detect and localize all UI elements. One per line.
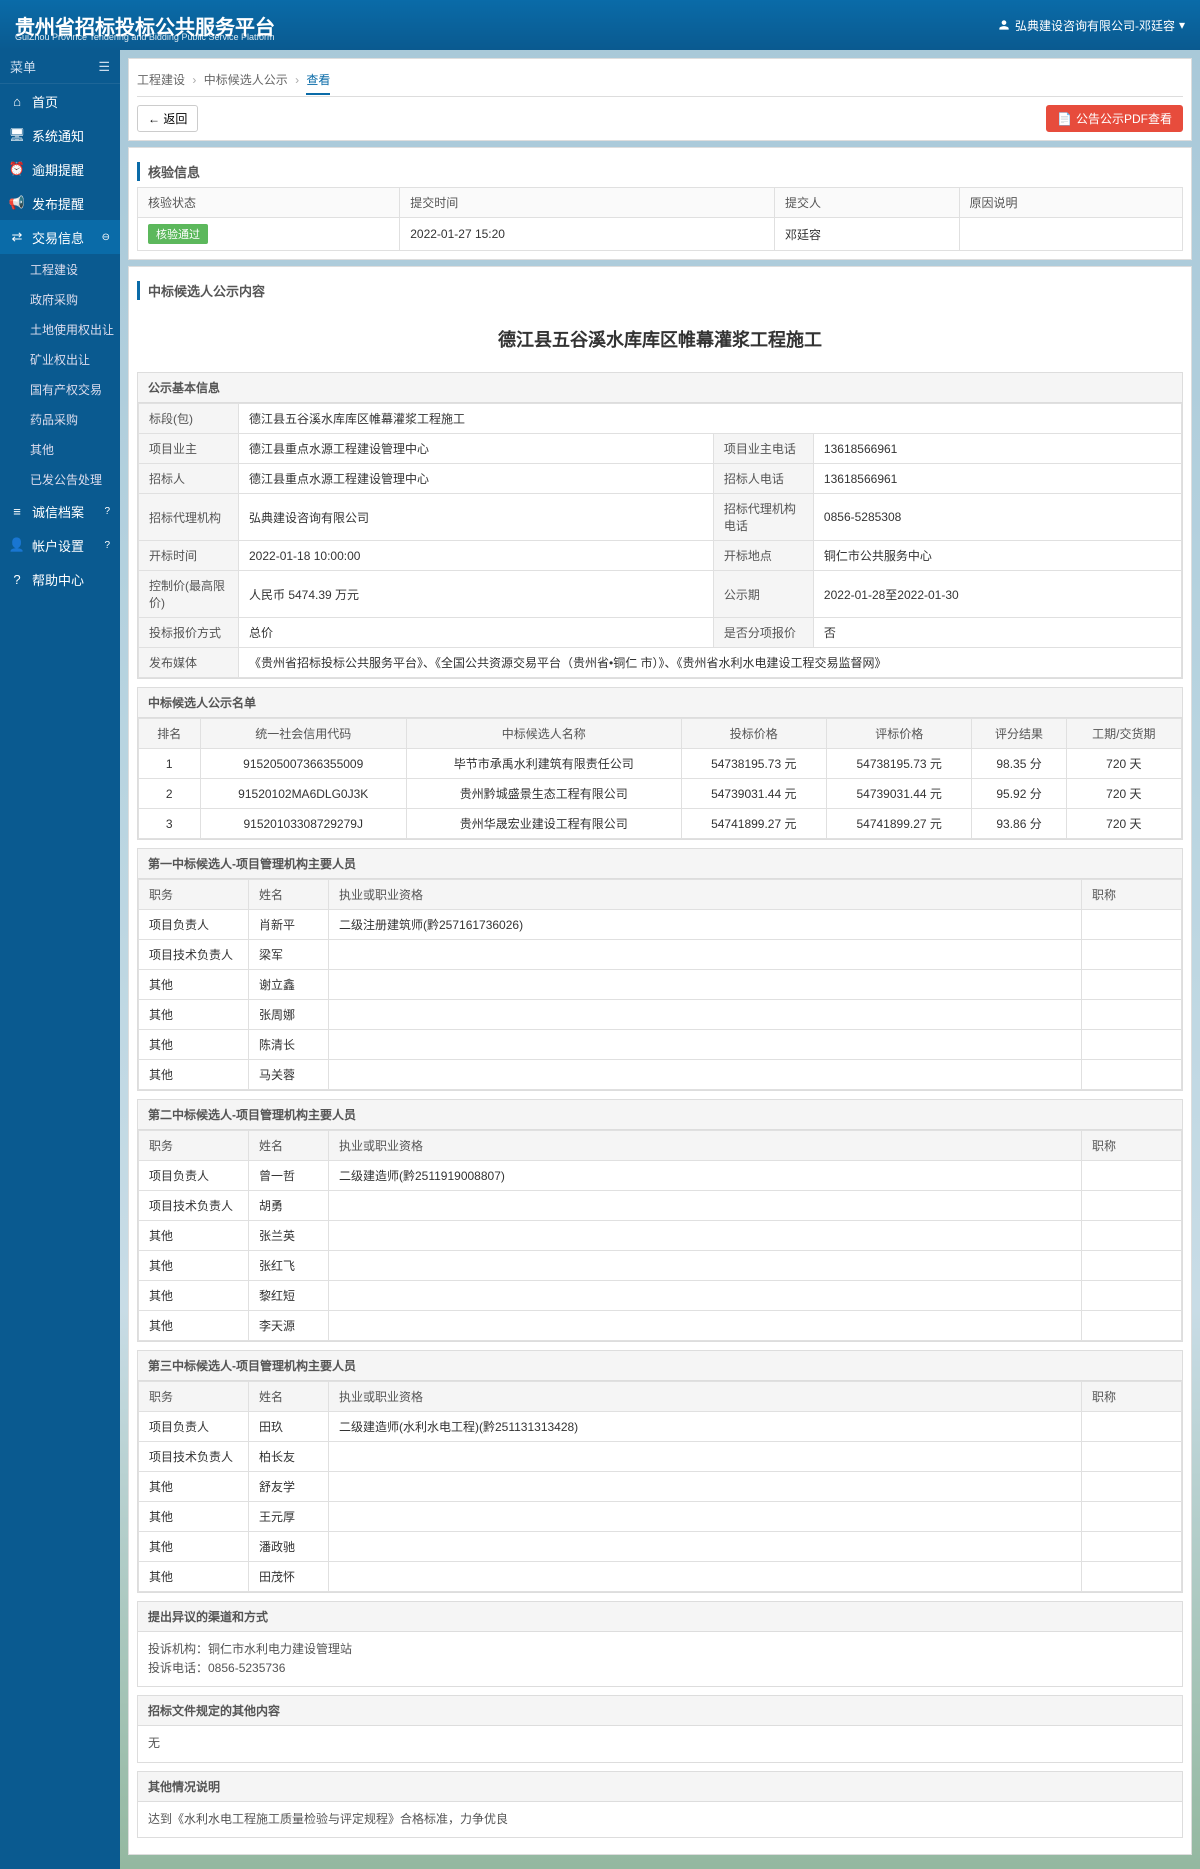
menu-icon: ⌂ [10,94,24,108]
sidebar-sub-item[interactable]: 药品采购 [0,404,120,434]
project-title: 德江县五谷溪水库库区帷幕灌浆工程施工 [137,306,1183,372]
breadcrumb-current: 查看 [306,73,330,95]
sidebar-sub-item[interactable]: 政府采购 [0,284,120,314]
other-doc-body: 无 [138,1726,1182,1761]
other-info-header: 其他情况说明 [138,1772,1182,1802]
sidebar-item[interactable]: ⌂首页 [0,84,120,118]
breadcrumb-b[interactable]: 中标候选人公示 [204,73,288,87]
sidebar: 菜单 ☰ ⌂首页🖥系统通知⏰逾期提醒📢发布提醒⇄交易信息⊖工程建设政府采购土地使… [0,50,120,1869]
app-header: 贵州省招标投标公共服务平台 GuiZhou Province Tendering… [0,0,1200,50]
user-icon [997,18,1011,32]
other-info-body: 达到《水利水电工程施工质量检验与评定规程》合格标准，力争优良 [138,1802,1182,1837]
breadcrumb-a[interactable]: 工程建设 [137,73,185,87]
group1-table: 职务姓名执业或职业资格职称项目负责人肖新平二级注册建筑师(黔2571617360… [138,879,1182,1090]
sidebar-item[interactable]: ≡诚信档案? [0,494,120,528]
sidebar-sub-item[interactable]: 矿业权出让 [0,344,120,374]
menu-icon: 👤 [10,538,24,552]
chevron-down-icon: ⊖ [102,232,110,243]
status-badge: 核验通过 [148,224,208,244]
sidebar-toggle-icon[interactable]: ☰ [98,59,110,75]
pdf-icon: 📄 [1057,112,1072,126]
user-menu[interactable]: 弘典建设咨询有限公司-邓廷容 ▾ [997,17,1185,34]
candidates-table: 排名统一社会信用代码中标候选人名称投标价格评标价格评分结果工期/交货期19152… [138,718,1182,839]
group3-header: 第三中标候选人-项目管理机构主要人员 [138,1351,1182,1381]
sidebar-item[interactable]: ?帮助中心 [0,562,120,596]
sidebar-item[interactable]: 👤帐户设置? [0,528,120,562]
sidebar-sub-item[interactable]: 国有产权交易 [0,374,120,404]
sidebar-item[interactable]: 🖥系统通知 [0,118,120,152]
sidebar-sub-item[interactable]: 已发公告处理 [0,464,120,494]
other-doc-header: 招标文件规定的其他内容 [138,1696,1182,1726]
app-title-en: GuiZhou Province Tendering and Bidding P… [15,32,274,42]
group3-table: 职务姓名执业或职业资格职称项目负责人田玖二级建造师(水利水电工程)(黔25113… [138,1381,1182,1592]
candidates-header: 中标候选人公示名单 [138,688,1182,718]
breadcrumb: 工程建设 › 中标候选人公示 › 查看 [137,67,1183,97]
help-icon: ? [104,506,110,517]
basic-info-header: 公示基本信息 [138,373,1182,403]
sidebar-sub-item[interactable]: 土地使用权出让 [0,314,120,344]
pdf-view-button[interactable]: 📄 公告公示PDF查看 [1046,105,1183,132]
objection-body: 投诉机构：铜仁市水利电力建设管理站 投诉电话：0856-5235736 [138,1632,1182,1686]
group1-header: 第一中标候选人-项目管理机构主要人员 [138,849,1182,879]
basic-info-table: 标段(包)德江县五谷溪水库库区帷幕灌浆工程施工项目业主德江县重点水源工程建设管理… [138,403,1182,678]
menu-icon: ⏰ [10,162,24,176]
sidebar-sub-item[interactable]: 其他 [0,434,120,464]
back-button[interactable]: ← 返回 [137,105,198,132]
menu-icon: ? [10,572,24,586]
objection-header: 提出异议的渠道和方式 [138,1602,1182,1632]
sidebar-sub-item[interactable]: 工程建设 [0,254,120,284]
content-section-title: 中标候选人公示内容 [137,281,1183,300]
verify-table: 核验状态提交时间提交人原因说明 核验通过 2022-01-27 15:20 邓廷… [137,187,1183,251]
menu-icon: 🖥 [10,128,24,142]
verify-section-title: 核验信息 [137,162,1183,181]
menu-icon: ≡ [10,504,24,518]
group2-table: 职务姓名执业或职业资格职称项目负责人曾一哲二级建造师(黔251191900880… [138,1130,1182,1341]
sidebar-item[interactable]: 📢发布提醒 [0,186,120,220]
chevron-down-icon: ▾ [1179,18,1185,32]
help-icon: ? [104,540,110,551]
sidebar-item[interactable]: ⇄交易信息⊖ [0,220,120,254]
sidebar-item[interactable]: ⏰逾期提醒 [0,152,120,186]
menu-header: 菜单 ☰ [0,50,120,84]
group2-header: 第二中标候选人-项目管理机构主要人员 [138,1100,1182,1130]
menu-icon: 📢 [10,196,24,210]
menu-icon: ⇄ [10,230,24,244]
